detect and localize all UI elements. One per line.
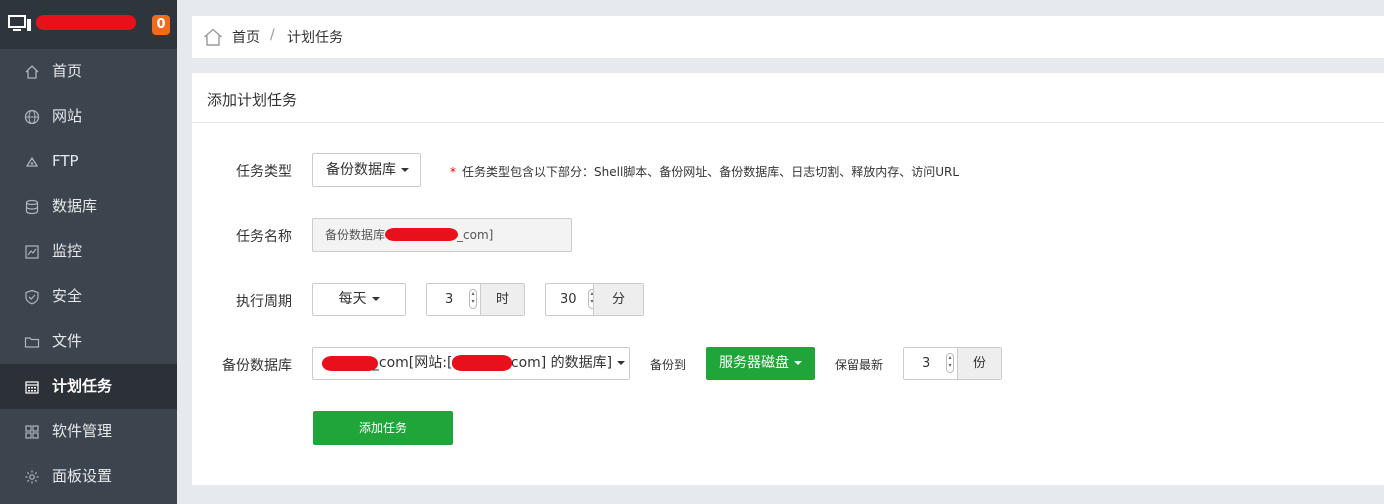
monitor-icon <box>8 15 31 31</box>
home-icon[interactable] <box>203 28 223 46</box>
sidebar-item-website[interactable]: 网站 <box>0 94 177 139</box>
minute-input-group: 30 ▴ ▾ 分 <box>545 283 644 316</box>
keep-count-unit: 份 <box>957 348 1001 379</box>
sidebar-item-label: 文件 <box>52 332 83 350</box>
cycle-select[interactable]: 每天 <box>312 283 406 316</box>
sidebar-item-ftp[interactable]: FTP <box>0 139 177 184</box>
task-type-tip-text: 任务类型包含以下部分：Shell脚本、备份网址、备份数据库、日志切割、释放内存、… <box>462 165 960 179</box>
cycle-value: 每天 <box>338 291 367 307</box>
add-cron-panel: 添加计划任务 任务类型 备份数据库 * 任务类型包含以下部分：Shell脚本、备份… <box>192 73 1384 485</box>
task-type-label: 任务类型 <box>236 164 292 180</box>
shield-icon <box>25 289 39 305</box>
sidebar-item-label: 数据库 <box>52 197 98 215</box>
sidebar-header: 0 <box>0 0 177 49</box>
redacted-text <box>322 356 378 371</box>
minute-unit: 分 <box>593 284 643 315</box>
folder-icon <box>24 337 40 348</box>
message-badge[interactable]: 0 <box>152 15 170 35</box>
home-icon <box>25 65 39 79</box>
hour-stepper[interactable]: ▴ ▾ <box>469 289 477 309</box>
chevron-down-icon <box>401 168 409 172</box>
monitor-chart-icon <box>25 245 39 259</box>
sidebar-item-security[interactable]: 安全 <box>0 274 177 319</box>
globe-icon <box>24 109 40 125</box>
database-icon <box>25 199 39 215</box>
breadcrumb-current: 计划任务 <box>287 30 343 46</box>
task-name-suffix: _com] <box>457 228 494 242</box>
task-type-value: 备份数据库 <box>326 162 396 178</box>
breadcrumb-home-link[interactable]: 首页 <box>232 27 260 47</box>
breadcrumb: 首页 / 计划任务 <box>192 16 1384 58</box>
sidebar-item-cron[interactable]: 计划任务 <box>0 364 177 409</box>
sidebar-item-label: 面板设置 <box>52 467 113 485</box>
task-name-label: 任务名称 <box>236 229 292 245</box>
gear-icon <box>25 470 39 484</box>
sidebar-item-label: 首页 <box>52 62 83 80</box>
sidebar-item-home[interactable]: 首页 <box>0 49 177 94</box>
required-star: * <box>450 165 456 179</box>
redacted-text <box>385 228 458 241</box>
sidebar-item-settings[interactable]: 面板设置 <box>0 454 177 499</box>
sidebar-item-database[interactable]: 数据库 <box>0 184 177 229</box>
period-label: 执行周期 <box>236 294 292 310</box>
chevron-down-icon <box>371 297 380 301</box>
chevron-down-icon <box>794 361 802 365</box>
hour-input-group: 3 ▴ ▾ 时 <box>426 283 525 316</box>
db-option-part2: .com] 的数据库] <box>506 355 613 371</box>
chevron-down-icon <box>617 361 626 365</box>
sidebar-item-label: 计划任务 <box>52 377 113 395</box>
sidebar-item-monitor[interactable]: 监控 <box>0 229 177 274</box>
keep-count-group: 3 ▴ ▾ 份 <box>903 347 1002 380</box>
sidebar-item-label: 监控 <box>52 242 83 260</box>
minute-input[interactable]: 30 <box>560 292 577 307</box>
task-name-prefix: 备份数据库 <box>325 228 386 242</box>
panel-header: 添加计划任务 <box>192 73 1384 123</box>
task-type-select[interactable]: 备份数据库 <box>312 153 421 187</box>
keep-count-input[interactable]: 3 <box>922 356 930 371</box>
sidebar-item-software[interactable]: 软件管理 <box>0 409 177 454</box>
sidebar-item-label: 软件管理 <box>52 422 113 440</box>
breadcrumb-separator: / <box>270 27 275 43</box>
redacted-server-name <box>36 15 136 30</box>
add-task-button[interactable]: 添加任务 <box>313 411 453 445</box>
grid-icon <box>25 425 39 439</box>
hour-input[interactable]: 3 <box>445 292 453 307</box>
keep-latest-label: 保留最新 <box>835 358 884 372</box>
keep-count-stepper[interactable]: ▴ ▾ <box>946 353 954 373</box>
ftp-icon <box>25 156 39 167</box>
sidebar-item-files[interactable]: 文件 <box>0 319 177 364</box>
backup-to-label: 备份到 <box>650 358 687 372</box>
sidebar-item-label: 安全 <box>52 287 83 305</box>
calendar-icon <box>25 381 39 394</box>
backup-target-dropdown[interactable]: 服务器磁盘 <box>706 347 815 380</box>
sidebar-item-label: 网站 <box>52 107 83 125</box>
redacted-text <box>452 355 512 371</box>
backup-db-label: 备份数据库 <box>222 358 292 374</box>
backup-target-value: 服务器磁盘 <box>719 355 789 371</box>
hour-unit: 时 <box>480 284 524 315</box>
task-type-tip: * 任务类型包含以下部分：Shell脚本、备份网址、备份数据库、日志切割、释放内存… <box>450 163 959 180</box>
sidebar: 0 首页 网站 FTP 数据库 监控 安全 文件 计划任务 软件管理 面板设置 <box>0 0 177 504</box>
sidebar-item-label: FTP <box>52 152 79 170</box>
panel-title: 添加计划任务 <box>207 91 298 109</box>
